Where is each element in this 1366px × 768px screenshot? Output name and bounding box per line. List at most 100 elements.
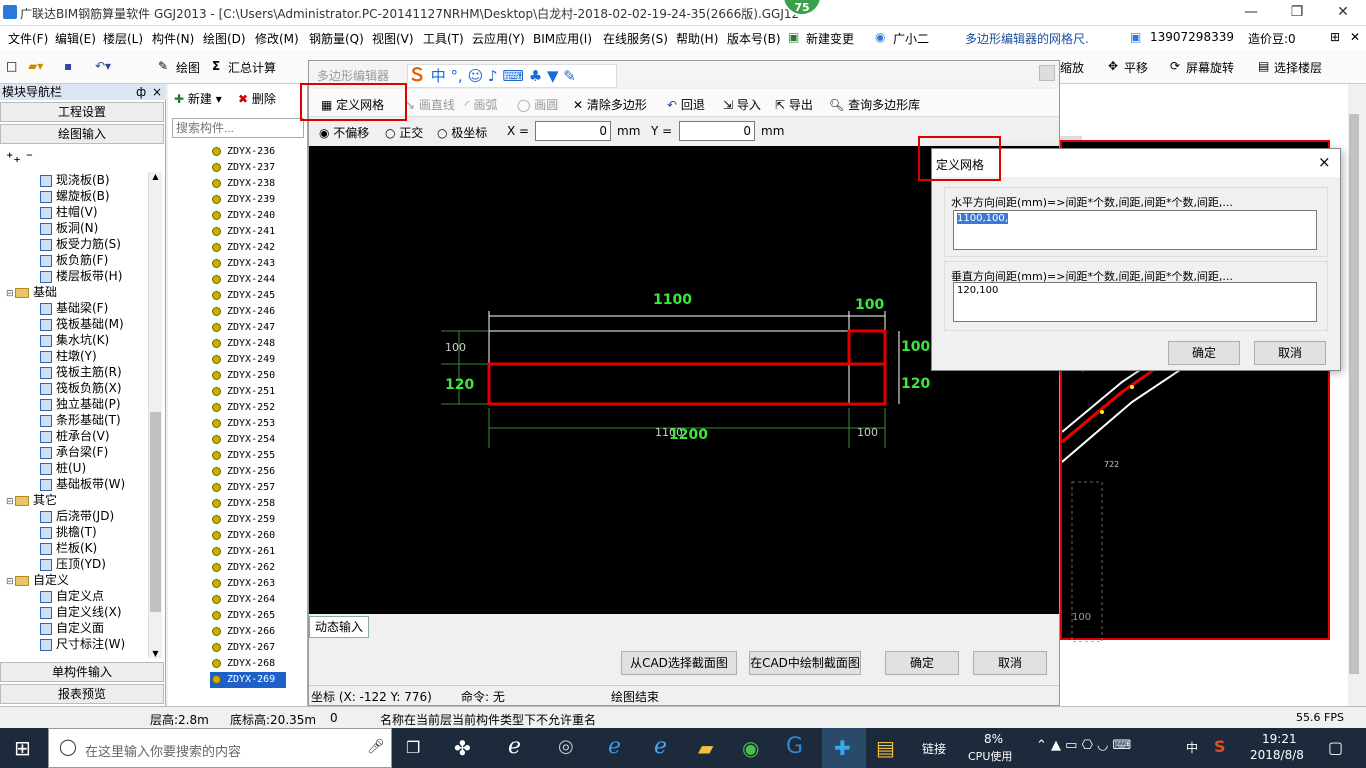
orthogonal-radio[interactable]: ○ 正交	[385, 124, 423, 141]
menu-tools[interactable]: 工具(T)	[423, 30, 464, 47]
tree-item[interactable]: 自定义线(X)	[40, 604, 122, 620]
dialog-close-icon[interactable]: ×	[1318, 153, 1331, 171]
pan-button[interactable]: 平移	[1124, 59, 1148, 76]
tree-item[interactable]: 楼层板带(H)	[40, 268, 122, 284]
main-scroll-thumb[interactable]	[1349, 114, 1359, 674]
tree-item[interactable]: 板负筋(F)	[40, 252, 108, 268]
component-item[interactable]: ZDYX-239	[212, 192, 275, 208]
no-offset-radio[interactable]: ◉ 不偏移	[319, 124, 369, 141]
menu-help[interactable]: 帮助(H)	[676, 30, 718, 47]
project-settings-button[interactable]: 工程设置	[0, 102, 164, 122]
menu-new-change[interactable]: 新建变更	[806, 30, 854, 47]
browser-icon[interactable]: ◎	[558, 736, 574, 757]
draw-arc-button[interactable]: ◜ 画弧	[465, 96, 498, 113]
tree-item[interactable]: 挑檐(T)	[40, 524, 97, 540]
ie-icon[interactable]: ℯ	[508, 734, 521, 759]
menu-price[interactable]: 造价豆:0	[1248, 30, 1296, 47]
select-floor-button[interactable]: 选择楼层	[1274, 59, 1322, 76]
component-item[interactable]: ZDYX-267	[212, 640, 275, 656]
dynamic-input-tab[interactable]: 动态输入	[309, 616, 369, 638]
360-icon[interactable]: ◉	[742, 736, 759, 760]
menu-online[interactable]: 在线服务(S)	[603, 30, 668, 47]
component-item[interactable]: ZDYX-242	[212, 240, 275, 256]
sum-button[interactable]: 汇总计算	[228, 59, 276, 76]
import-button[interactable]: ⇲ 导入	[723, 96, 761, 113]
x-input[interactable]: 0	[535, 121, 611, 141]
tree-item[interactable]: 基础梁(F)	[40, 300, 108, 316]
editor-cancel-button[interactable]: 取消	[973, 651, 1047, 675]
main-scrollbar[interactable]	[1348, 84, 1360, 706]
undo-polygon-button[interactable]: ↶ 回退	[667, 96, 705, 113]
tree-folder[interactable]: ⊟ 其它	[6, 492, 57, 508]
tree-item[interactable]: 压顶(YD)	[40, 556, 106, 572]
expand-collapse-icon[interactable]: ⁺₊ ⁻	[6, 150, 33, 166]
drawing-tab[interactable]	[1060, 136, 1082, 140]
component-item[interactable]: ZDYX-263	[212, 576, 275, 592]
scroll-down-icon[interactable]: ▼	[149, 649, 162, 658]
component-item[interactable]: ZDYX-259	[212, 512, 275, 528]
tree-item[interactable]: 柱墩(Y)	[40, 348, 97, 364]
taskbar-link[interactable]: 链接	[922, 740, 946, 757]
draw-circle-button[interactable]: ◯ 画圆	[517, 96, 558, 113]
ime-indicator[interactable]: 中	[1186, 739, 1198, 756]
collapse-icon[interactable]: ⊟	[6, 574, 15, 590]
tree-item[interactable]: 板洞(N)	[40, 220, 98, 236]
component-item[interactable]: ZDYX-255	[212, 448, 275, 464]
component-item[interactable]: ZDYX-246	[212, 304, 275, 320]
explorer-icon[interactable]: ▰	[698, 736, 713, 760]
tree-item[interactable]: 尺寸标注(W)	[40, 636, 125, 652]
menu-close-icon[interactable]: ✕	[1350, 30, 1360, 44]
component-item[interactable]: ZDYX-254	[212, 432, 275, 448]
menu-view[interactable]: 视图(V)	[372, 30, 414, 47]
nav-close-icon[interactable]: ×	[152, 84, 162, 100]
query-library-button[interactable]: 🔍︎ 查询多边形库	[829, 96, 920, 113]
taskbar-search-box[interactable]: ◯ 在这里输入你要搜索的内容 🎤︎	[48, 728, 392, 768]
zoom-button[interactable]: 缩放	[1060, 59, 1084, 76]
save-icon[interactable]: ▪	[64, 59, 72, 73]
component-item[interactable]: ZDYX-253	[212, 416, 275, 432]
vertical-spacing-input[interactable]: 120,100	[953, 282, 1317, 322]
tree-item[interactable]: 基础板带(W)	[40, 476, 125, 492]
tree-item[interactable]: 承台梁(F)	[40, 444, 108, 460]
tree-item[interactable]: 柱帽(V)	[40, 204, 98, 220]
tree-item[interactable]: 条形基础(T)	[40, 412, 121, 428]
tree-scrollbar[interactable]: ▲ ▼	[148, 172, 162, 658]
menu-notice[interactable]: 多边形编辑器的网格尺.	[965, 30, 1089, 47]
component-item[interactable]: ZDYX-262	[212, 560, 275, 576]
component-item[interactable]: ZDYX-237	[212, 160, 275, 176]
menu-component[interactable]: 构件(N)	[152, 30, 194, 47]
edge-icon[interactable]: ℯ	[608, 734, 621, 759]
tree-item[interactable]: 筏板主筋(R)	[40, 364, 122, 380]
pin-icon[interactable]: ф	[136, 84, 146, 100]
component-item[interactable]: ZDYX-248	[212, 336, 275, 352]
component-item[interactable]: ZDYX-264	[212, 592, 275, 608]
report-preview-button[interactable]: 报表预览	[0, 684, 164, 704]
component-item[interactable]: ZDYX-266	[212, 624, 275, 640]
menu-bim[interactable]: BIM应用(I)	[533, 30, 592, 47]
editor-close-icon[interactable]	[1039, 65, 1055, 81]
dialog-ok-button[interactable]: 确定	[1168, 341, 1240, 365]
menu-file[interactable]: 文件(F)	[8, 30, 48, 47]
drawing-input-button[interactable]: 绘图输入	[0, 124, 164, 144]
tree-item[interactable]: 筏板负筋(X)	[40, 380, 122, 396]
collapse-icon[interactable]: ⊟	[6, 286, 15, 302]
clear-polygon-button[interactable]: ✕ 清除多边形	[573, 96, 647, 113]
tree-item[interactable]: 桩承台(V)	[40, 428, 110, 444]
search-components-input[interactable]	[172, 118, 304, 138]
tree-item[interactable]: 自定义面	[40, 620, 104, 636]
polar-radio[interactable]: ○ 极坐标	[437, 124, 487, 141]
menu-modify[interactable]: 修改(M)	[255, 30, 299, 47]
tray-icons[interactable]: ⌃ ▲ ▭ ⎔ ◡ ⌨	[1036, 738, 1131, 753]
tree-item[interactable]: 独立基础(P)	[40, 396, 121, 412]
component-item[interactable]: ZDYX-250	[212, 368, 275, 384]
task-view-icon[interactable]: ❐	[406, 738, 420, 757]
undo-icon[interactable]: ↶▾	[95, 59, 111, 73]
draw-in-cad-button[interactable]: 在CAD中绘制截面图	[749, 651, 861, 675]
scroll-up-icon[interactable]: ▲	[149, 172, 162, 181]
menu-cloud[interactable]: 云应用(Y)	[472, 30, 525, 47]
component-item[interactable]: ZDYX-249	[212, 352, 275, 368]
tree-item[interactable]: 筏板基础(M)	[40, 316, 124, 332]
ime-toolbar[interactable]: Ｓ 中 °, ☺ ♪ ⌨ ♣ ▼ ✎	[407, 64, 617, 88]
tree-folder[interactable]: ⊟ 基础	[6, 284, 57, 300]
component-item[interactable]: ZDYX-240	[212, 208, 275, 224]
